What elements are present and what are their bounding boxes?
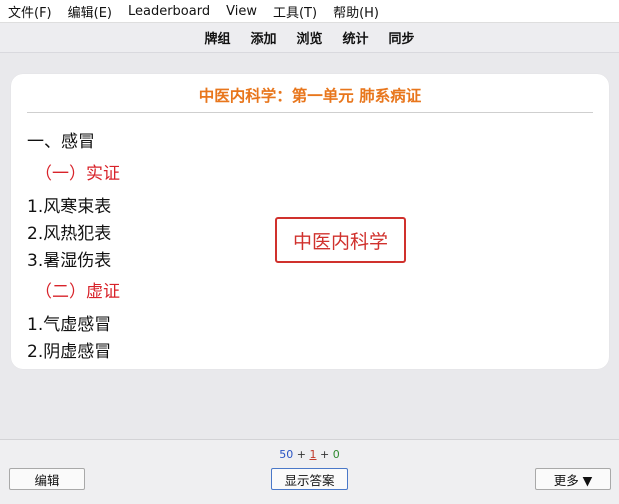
card-line-subheading: （一）实证 [35,164,120,184]
menu-file[interactable]: 文件(F) [4,2,56,21]
menu-tools[interactable]: 工具(T) [269,2,321,21]
count-separator: + [320,448,330,461]
toolbar-browse[interactable]: 浏览 [286,28,332,47]
flashcard: 中医内科学：第一单元 肺系病证 一、感冒 （一）实证 1.风寒束表 2.风热犯表… [11,74,609,369]
new-count: 50 [279,448,294,461]
subject-stamp: 中医内科学 [275,217,406,263]
card-line-item: 1.风寒束表 [27,197,112,217]
main-toolbar: 牌组 添加 浏览 统计 同步 [0,23,619,53]
menu-bar: 文件(F) 编辑(E) Leaderboard View 工具(T) 帮助(H) [0,0,619,23]
menu-view[interactable]: View [222,4,261,19]
card-line-item: 3.暑湿伤表 [27,251,112,271]
more-button[interactable]: 更多 ▼ [535,468,611,490]
menu-leaderboard[interactable]: Leaderboard [124,4,214,19]
card-line-subheading: （二）虚证 [35,282,120,302]
card-title: 中医内科学：第一单元 肺系病证 [198,87,422,105]
show-answer-button[interactable]: 显示答案 [271,468,348,490]
app-window: 文件(F) 编辑(E) Leaderboard View 工具(T) 帮助(H)… [0,0,619,504]
card-line-item: 2.风热犯表 [27,224,112,244]
bottom-bar: 50 + 1 + 0 编辑 显示答案 更多 ▼ [0,439,619,504]
review-count: 0 [332,448,340,461]
toolbar-stats[interactable]: 统计 [333,28,379,47]
menu-help[interactable]: 帮助(H) [329,2,383,21]
card-divider [27,112,593,113]
count-separator: + [296,448,306,461]
toolbar-decks[interactable]: 牌组 [194,28,240,47]
card-line-item: 1.气虚感冒 [27,315,112,335]
toolbar-sync[interactable]: 同步 [379,28,425,47]
toolbar-add[interactable]: 添加 [240,28,286,47]
learn-count: 1 [309,448,317,461]
card-line-item: 2.阴虚感冒 [27,342,112,362]
card-line-heading: 一、感冒 [27,132,95,152]
edit-button[interactable]: 编辑 [9,468,85,490]
due-counts: 50 + 1 + 0 [0,448,619,461]
menu-edit[interactable]: 编辑(E) [64,2,116,21]
